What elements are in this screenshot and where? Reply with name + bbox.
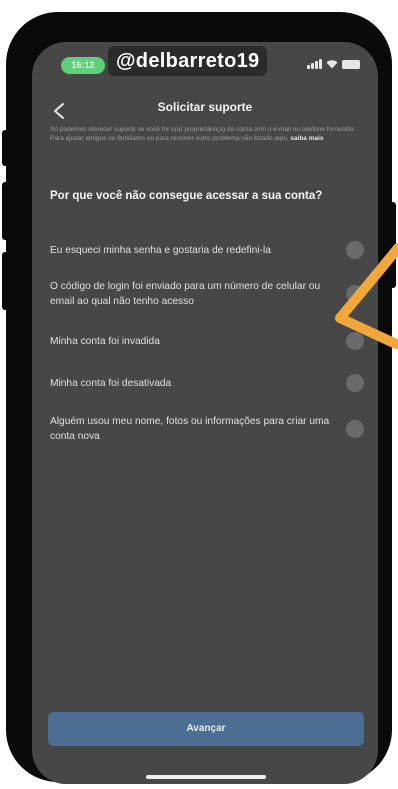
side-button-left-3 — [2, 252, 8, 310]
status-icons — [307, 59, 360, 69]
option-account-disabled[interactable]: Minha conta foi desativada — [50, 374, 364, 392]
option-impersonation[interactable]: Alguém usou meu nome, fotos ou informaçõ… — [50, 414, 364, 444]
status-time: 16:12 — [71, 60, 95, 70]
phone-frame: 16:12 @delbarreto19 Solicitar suporte Só… — [2, 12, 396, 784]
learn-more-link[interactable]: saiba mais — [290, 135, 323, 142]
side-button-left-1 — [2, 130, 8, 166]
continue-button[interactable]: Avançar — [48, 712, 364, 746]
radio-button[interactable] — [346, 374, 364, 392]
signal-icon — [307, 59, 322, 69]
option-label: Alguém usou meu nome, fotos ou informaçõ… — [50, 416, 330, 442]
wifi-icon — [326, 59, 338, 69]
option-label: Eu esqueci minha senha e gostaria de red… — [50, 244, 271, 256]
page-title: Solicitar suporte — [157, 100, 253, 114]
side-button-left-2 — [2, 182, 8, 240]
option-label: O código de login foi enviado para um nú… — [50, 281, 321, 307]
time-pill: 16:12 — [61, 57, 105, 74]
home-indicator[interactable] — [146, 775, 266, 779]
question-heading: Por que você não consegue acessar a sua … — [50, 190, 323, 202]
option-label: Minha conta foi desativada — [50, 377, 172, 389]
option-label: Minha conta foi invadida — [50, 335, 160, 347]
intro-text: Só podemos oferecer suporte se você for … — [50, 126, 362, 143]
watermark-handle: @delbarreto19 — [108, 46, 268, 76]
battery-icon — [342, 60, 360, 69]
radio-button[interactable] — [346, 420, 364, 438]
app-screen: 16:12 @delbarreto19 Solicitar suporte Só… — [32, 42, 378, 784]
arrow-annotation-icon — [335, 243, 398, 349]
